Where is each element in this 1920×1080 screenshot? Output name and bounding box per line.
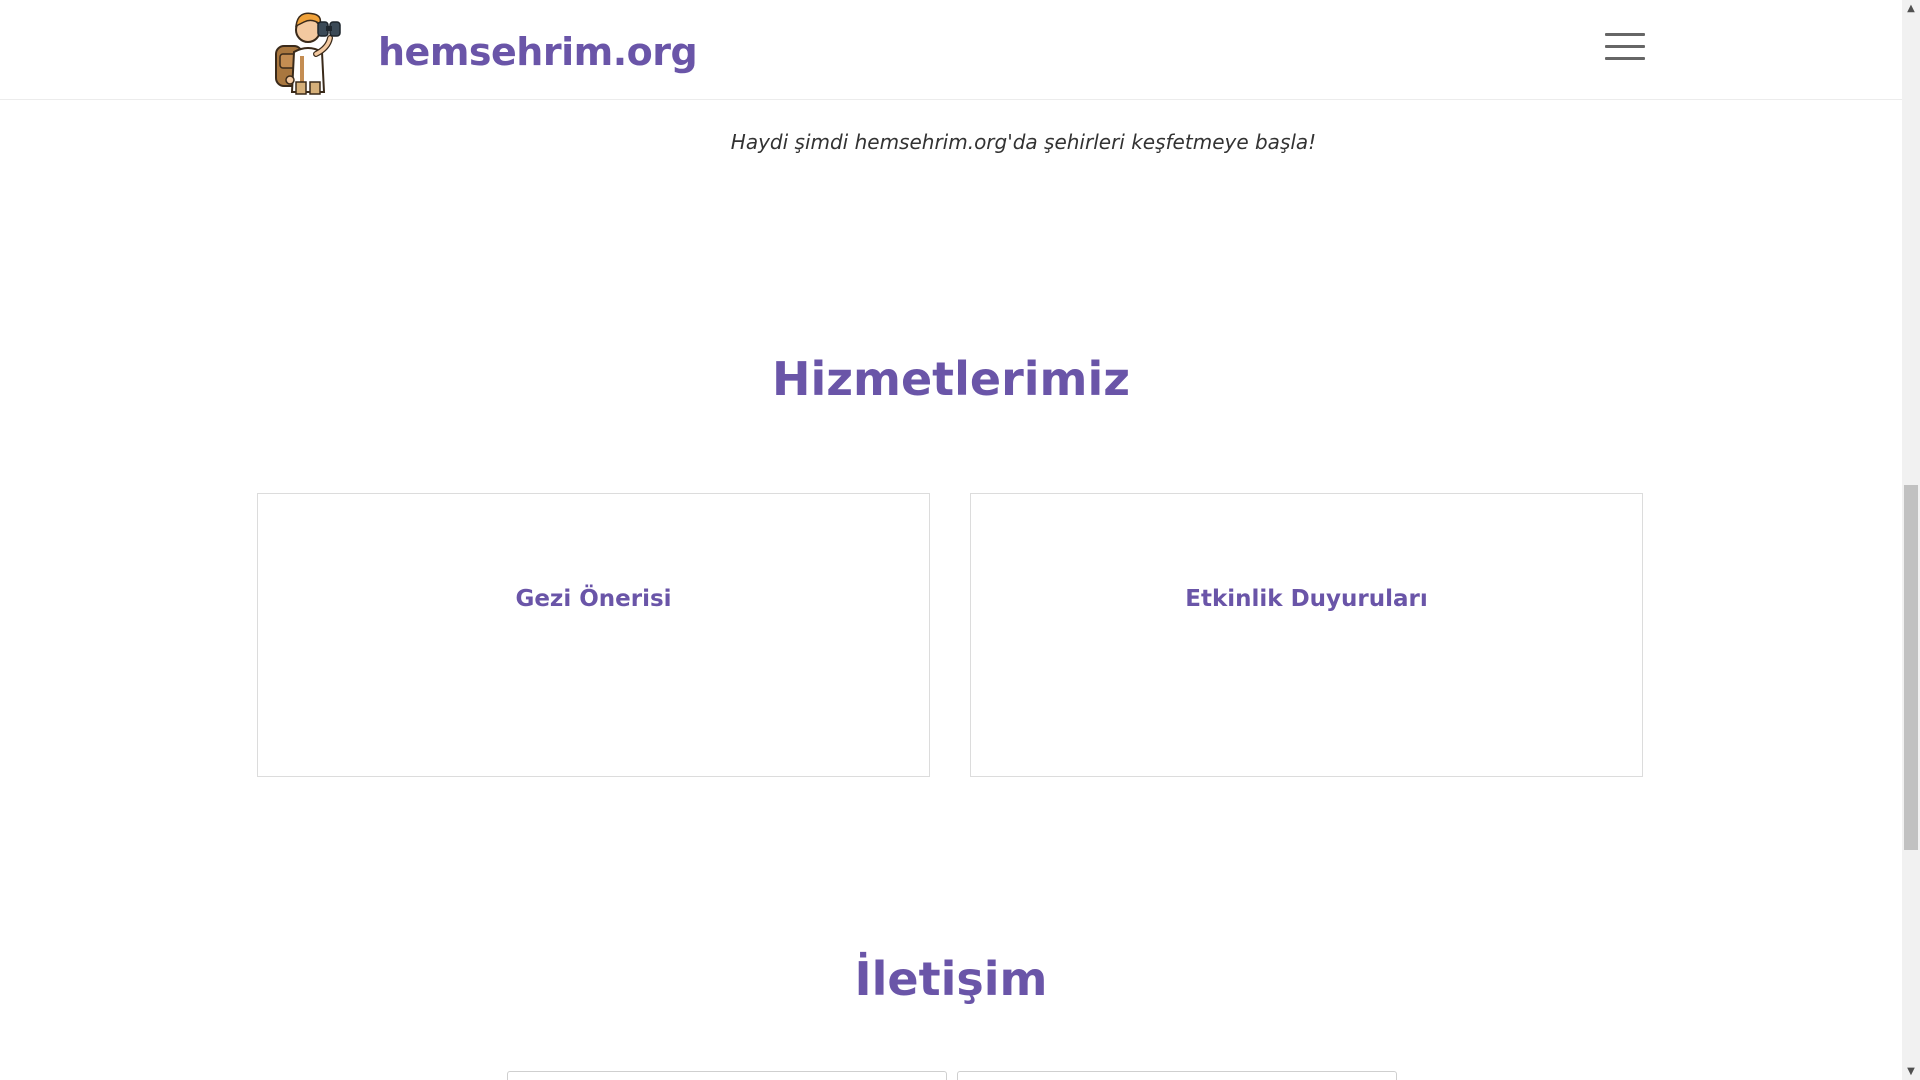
service-card-title: Etkinlik Duyuruları bbox=[1185, 586, 1428, 612]
scrollbar-thumb[interactable] bbox=[1904, 485, 1918, 850]
menu-bar bbox=[1605, 33, 1645, 36]
menu-bar bbox=[1605, 45, 1645, 48]
vertical-scrollbar[interactable]: ▲ ▼ bbox=[1902, 0, 1920, 1080]
services-title: Hizmetlerimiz bbox=[771, 352, 1131, 406]
menu-bar bbox=[1605, 57, 1645, 60]
navbar: hemsehrim.org bbox=[0, 0, 1902, 100]
service-card-etkinlik-duyurulari[interactable]: Etkinlik Duyuruları bbox=[970, 493, 1643, 777]
service-card-gezi-onerisi[interactable]: Gezi Önerisi bbox=[257, 493, 930, 777]
traveler-with-binoculars-icon[interactable] bbox=[268, 4, 348, 96]
chevron-up-icon[interactable]: ▲ bbox=[1902, 0, 1920, 17]
page: hemsehrim.org Haydi şimdi hemsehrim.org'… bbox=[0, 0, 1920, 1080]
service-card-title: Gezi Önerisi bbox=[515, 586, 672, 612]
hero-tagline: Haydi şimdi hemsehrim.org'da şehirleri k… bbox=[730, 130, 1317, 154]
chevron-down-icon[interactable]: ▼ bbox=[1902, 1063, 1920, 1080]
contact-card[interactable] bbox=[507, 1071, 947, 1080]
hamburger-menu-icon[interactable] bbox=[1605, 33, 1645, 63]
brand-name[interactable]: hemsehrim.org bbox=[378, 30, 698, 74]
hero-tagline-container: Haydi şimdi hemsehrim.org'da şehirleri k… bbox=[0, 130, 1902, 154]
contact-card[interactable] bbox=[957, 1071, 1397, 1080]
contact-title: İletişim bbox=[854, 952, 1048, 1006]
